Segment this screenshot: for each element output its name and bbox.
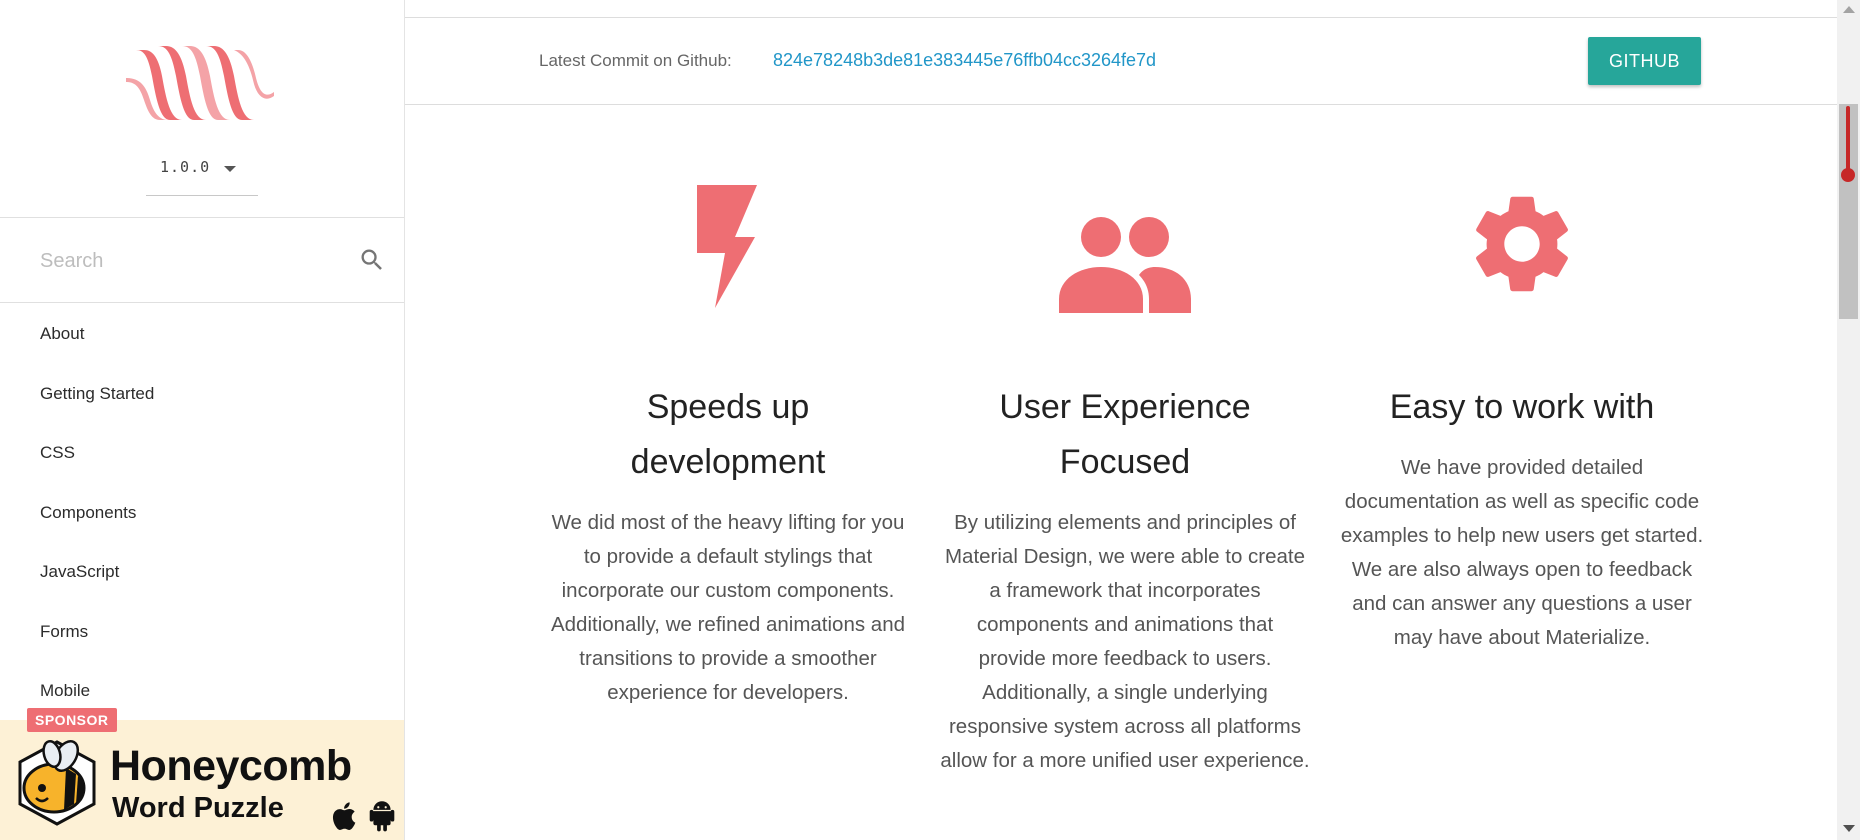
sidebar-item-css[interactable]: CSS bbox=[0, 423, 404, 483]
scrollbar[interactable] bbox=[1837, 0, 1860, 840]
feature-title-line2: development bbox=[630, 443, 826, 481]
sidebar-item-components[interactable]: Components bbox=[0, 483, 404, 543]
scroll-indicator-marker bbox=[1846, 106, 1850, 176]
materialize-logo-icon[interactable] bbox=[126, 42, 274, 122]
search-icon[interactable] bbox=[358, 246, 386, 274]
commit-bar: Latest Commit on Github: 824e78248b3de81… bbox=[405, 18, 1837, 105]
feature-text-line: components and animations that bbox=[976, 613, 1274, 636]
sidebar-item-forms[interactable]: Forms bbox=[0, 602, 404, 662]
feature-user-experience: User Experience Focused By utilizing ele… bbox=[935, 185, 1315, 772]
feature-text-line: By utilizing elements and principles of bbox=[954, 511, 1296, 534]
feature-text-line: documentation as well as specific code bbox=[1344, 490, 1700, 513]
feature-text-line: incorporate our custom components. bbox=[561, 579, 895, 602]
bee-mascot-icon bbox=[18, 740, 96, 826]
apple-icon bbox=[332, 802, 356, 830]
group-icon bbox=[1059, 217, 1191, 313]
feature-text-line: allow for a more unified user experience… bbox=[940, 749, 1310, 772]
sidebar-item-getting-started[interactable]: Getting Started bbox=[0, 364, 404, 424]
main-content: Latest Commit on Github: 824e78248b3de81… bbox=[405, 0, 1837, 840]
sponsor-badge: SPONSOR bbox=[27, 708, 117, 732]
scroll-up-arrow-icon[interactable] bbox=[1843, 6, 1855, 13]
feature-text-line: and can answer any questions a user bbox=[1352, 592, 1692, 615]
search-area bbox=[0, 219, 404, 303]
feature-text-line: provide more feedback to users. bbox=[978, 647, 1272, 670]
sponsor-title: Honeycomb bbox=[110, 742, 352, 790]
version-value: 1.0.0 bbox=[160, 158, 211, 176]
feature-text-line: Additionally, a single underlying bbox=[982, 681, 1268, 704]
feature-title: Speeds up bbox=[646, 388, 810, 426]
sponsor-banner[interactable]: SPONSOR Honeycomb Word Puzzle bbox=[0, 708, 404, 840]
search-input[interactable] bbox=[40, 241, 340, 281]
feature-text-line: a framework that incorporates bbox=[989, 579, 1261, 602]
feature-text-line: We are also always open to feedback bbox=[1351, 558, 1693, 581]
feature-text-line: Additionally, we refined animations and bbox=[550, 613, 906, 636]
feature-text-line: We did most of the heavy lifting for you bbox=[551, 511, 905, 534]
scroll-indicator-dot bbox=[1841, 168, 1855, 182]
sidebar-item-javascript[interactable]: JavaScript bbox=[0, 542, 404, 602]
github-button[interactable]: GITHUB bbox=[1588, 37, 1701, 85]
feature-text-line: experience for developers. bbox=[607, 681, 849, 704]
feature-easy-to-work: Easy to work with We have provided detai… bbox=[1332, 185, 1712, 649]
sidebar-nav: About Getting Started CSS Components Jav… bbox=[0, 304, 404, 721]
settings-icon bbox=[1476, 196, 1568, 292]
flash-icon bbox=[697, 185, 757, 308]
feature-text-line: We have provided detailed bbox=[1400, 456, 1644, 479]
chevron-down-icon bbox=[224, 166, 236, 172]
sidebar: 1.0.0 About Getting Started CSS Componen… bbox=[0, 0, 405, 840]
sidebar-item-about[interactable]: About bbox=[0, 304, 404, 364]
feature-text-line: to provide a default stylings that bbox=[583, 545, 873, 568]
android-icon bbox=[369, 801, 395, 832]
feature-title-line2: Focused bbox=[1059, 443, 1191, 481]
feature-text-line: responsive system across all platforms bbox=[948, 715, 1302, 738]
commit-label: Latest Commit on Github: bbox=[539, 51, 732, 70]
logo-area: 1.0.0 bbox=[0, 0, 404, 218]
feature-title: Easy to work with bbox=[1389, 388, 1655, 426]
sponsor-subtitle: Word Puzzle bbox=[112, 792, 284, 824]
feature-text-line: transitions to provide a smoother bbox=[579, 647, 877, 670]
commit-hash-link[interactable]: 824e78248b3de81e383445e76ffb04cc3264fe7d bbox=[773, 50, 1156, 71]
feature-speeds-up: Speeds up development We did most of the… bbox=[538, 185, 918, 704]
feature-text-line: Material Design, we were able to create bbox=[944, 545, 1306, 568]
feature-text-line: may have about Materialize. bbox=[1393, 626, 1651, 649]
feature-title: User Experience bbox=[999, 388, 1251, 426]
feature-text-line: examples to help new users get started. bbox=[1340, 524, 1704, 547]
scroll-down-arrow-icon[interactable] bbox=[1843, 825, 1855, 832]
version-select[interactable]: 1.0.0 bbox=[146, 150, 258, 196]
